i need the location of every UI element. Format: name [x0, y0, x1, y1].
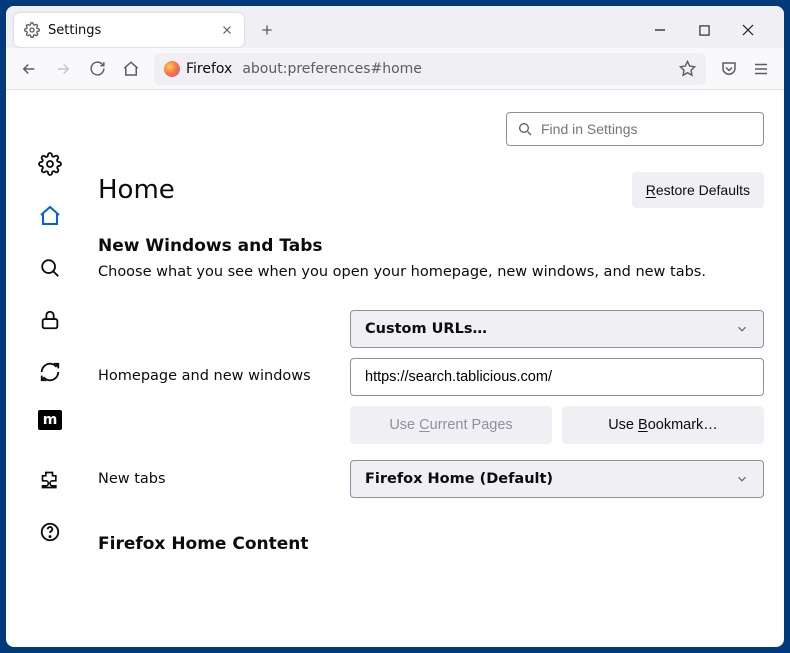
firefox-home-content-title: Firefox Home Content — [98, 534, 764, 554]
homepage-url-field[interactable] — [365, 369, 749, 385]
url-context: Firefox — [186, 61, 232, 77]
sidebar-search[interactable] — [36, 254, 64, 282]
find-in-settings[interactable] — [506, 112, 764, 146]
toolbar-buttons — [716, 56, 774, 82]
sidebar-general[interactable] — [36, 150, 64, 178]
new-tab-button[interactable] — [252, 15, 282, 45]
newtabs-select[interactable]: Firefox Home (Default) — [350, 460, 764, 498]
close-icon[interactable] — [220, 23, 234, 37]
window-controls — [648, 18, 776, 42]
main-panel: Home Restore Defaults New Windows and Ta… — [94, 90, 784, 647]
page-title: Home — [98, 175, 175, 205]
sidebar-more-extensions[interactable]: m — [38, 410, 62, 430]
section-new-windows-tabs: New Windows and Tabs Choose what you see… — [98, 236, 764, 554]
toolbar: Firefox about:preferences#home — [6, 48, 784, 90]
bookmark-star-icon[interactable] — [679, 60, 696, 77]
reload-button[interactable] — [84, 56, 110, 82]
nav-buttons — [16, 56, 144, 82]
newtabs-select-value: Firefox Home (Default) — [365, 471, 553, 487]
forward-button[interactable] — [50, 56, 76, 82]
find-input[interactable] — [541, 121, 753, 137]
chevron-down-icon — [735, 322, 749, 336]
section-title: New Windows and Tabs — [98, 236, 764, 256]
sidebar-home[interactable] — [36, 202, 64, 230]
url-text: about:preferences#home — [242, 61, 669, 77]
tab-bar: Settings — [6, 6, 784, 48]
url-bar[interactable]: Firefox about:preferences#home — [154, 53, 706, 85]
settings-sidebar: m — [6, 90, 94, 647]
homepage-select[interactable]: Custom URLs… — [350, 310, 764, 348]
sidebar-sync[interactable] — [36, 358, 64, 386]
tab-label: Settings — [48, 23, 212, 38]
firefox-window: Settings Firefox about:preferences#home — [6, 6, 784, 647]
tab-settings[interactable]: Settings — [14, 13, 244, 47]
minimize-button[interactable] — [648, 18, 672, 42]
homepage-url-input[interactable] — [350, 358, 764, 396]
homepage-select-value: Custom URLs… — [365, 321, 487, 337]
back-button[interactable] — [16, 56, 42, 82]
pocket-button[interactable] — [716, 56, 742, 82]
firefox-logo-icon — [164, 61, 180, 77]
row-homepage: Homepage and new windows Custom URLs… Us… — [98, 310, 764, 444]
search-icon — [517, 121, 533, 137]
homepage-label: Homepage and new windows — [98, 310, 330, 384]
maximize-button[interactable] — [692, 18, 716, 42]
restore-defaults-button[interactable]: Restore Defaults — [632, 172, 764, 208]
row-newtabs: New tabs Firefox Home (Default) — [98, 460, 764, 498]
home-button[interactable] — [118, 56, 144, 82]
newtabs-label: New tabs — [98, 471, 330, 487]
url-identity: Firefox — [164, 61, 232, 77]
sidebar-extensions[interactable] — [36, 466, 64, 494]
chevron-down-icon — [735, 472, 749, 486]
gear-icon — [24, 22, 40, 38]
plus-icon — [259, 22, 275, 38]
use-current-pages-button[interactable]: Use Current Pages — [350, 406, 552, 444]
close-window-button[interactable] — [736, 18, 760, 42]
menu-button[interactable] — [748, 56, 774, 82]
sidebar-privacy[interactable] — [36, 306, 64, 334]
use-bookmark-button[interactable]: Use Bookmark… — [562, 406, 764, 444]
sidebar-help[interactable] — [36, 518, 64, 546]
content: m Home Restore Defaults New Windows and … — [6, 90, 784, 647]
page-header: Home Restore Defaults — [98, 172, 764, 208]
section-desc: Choose what you see when you open your h… — [98, 264, 764, 280]
